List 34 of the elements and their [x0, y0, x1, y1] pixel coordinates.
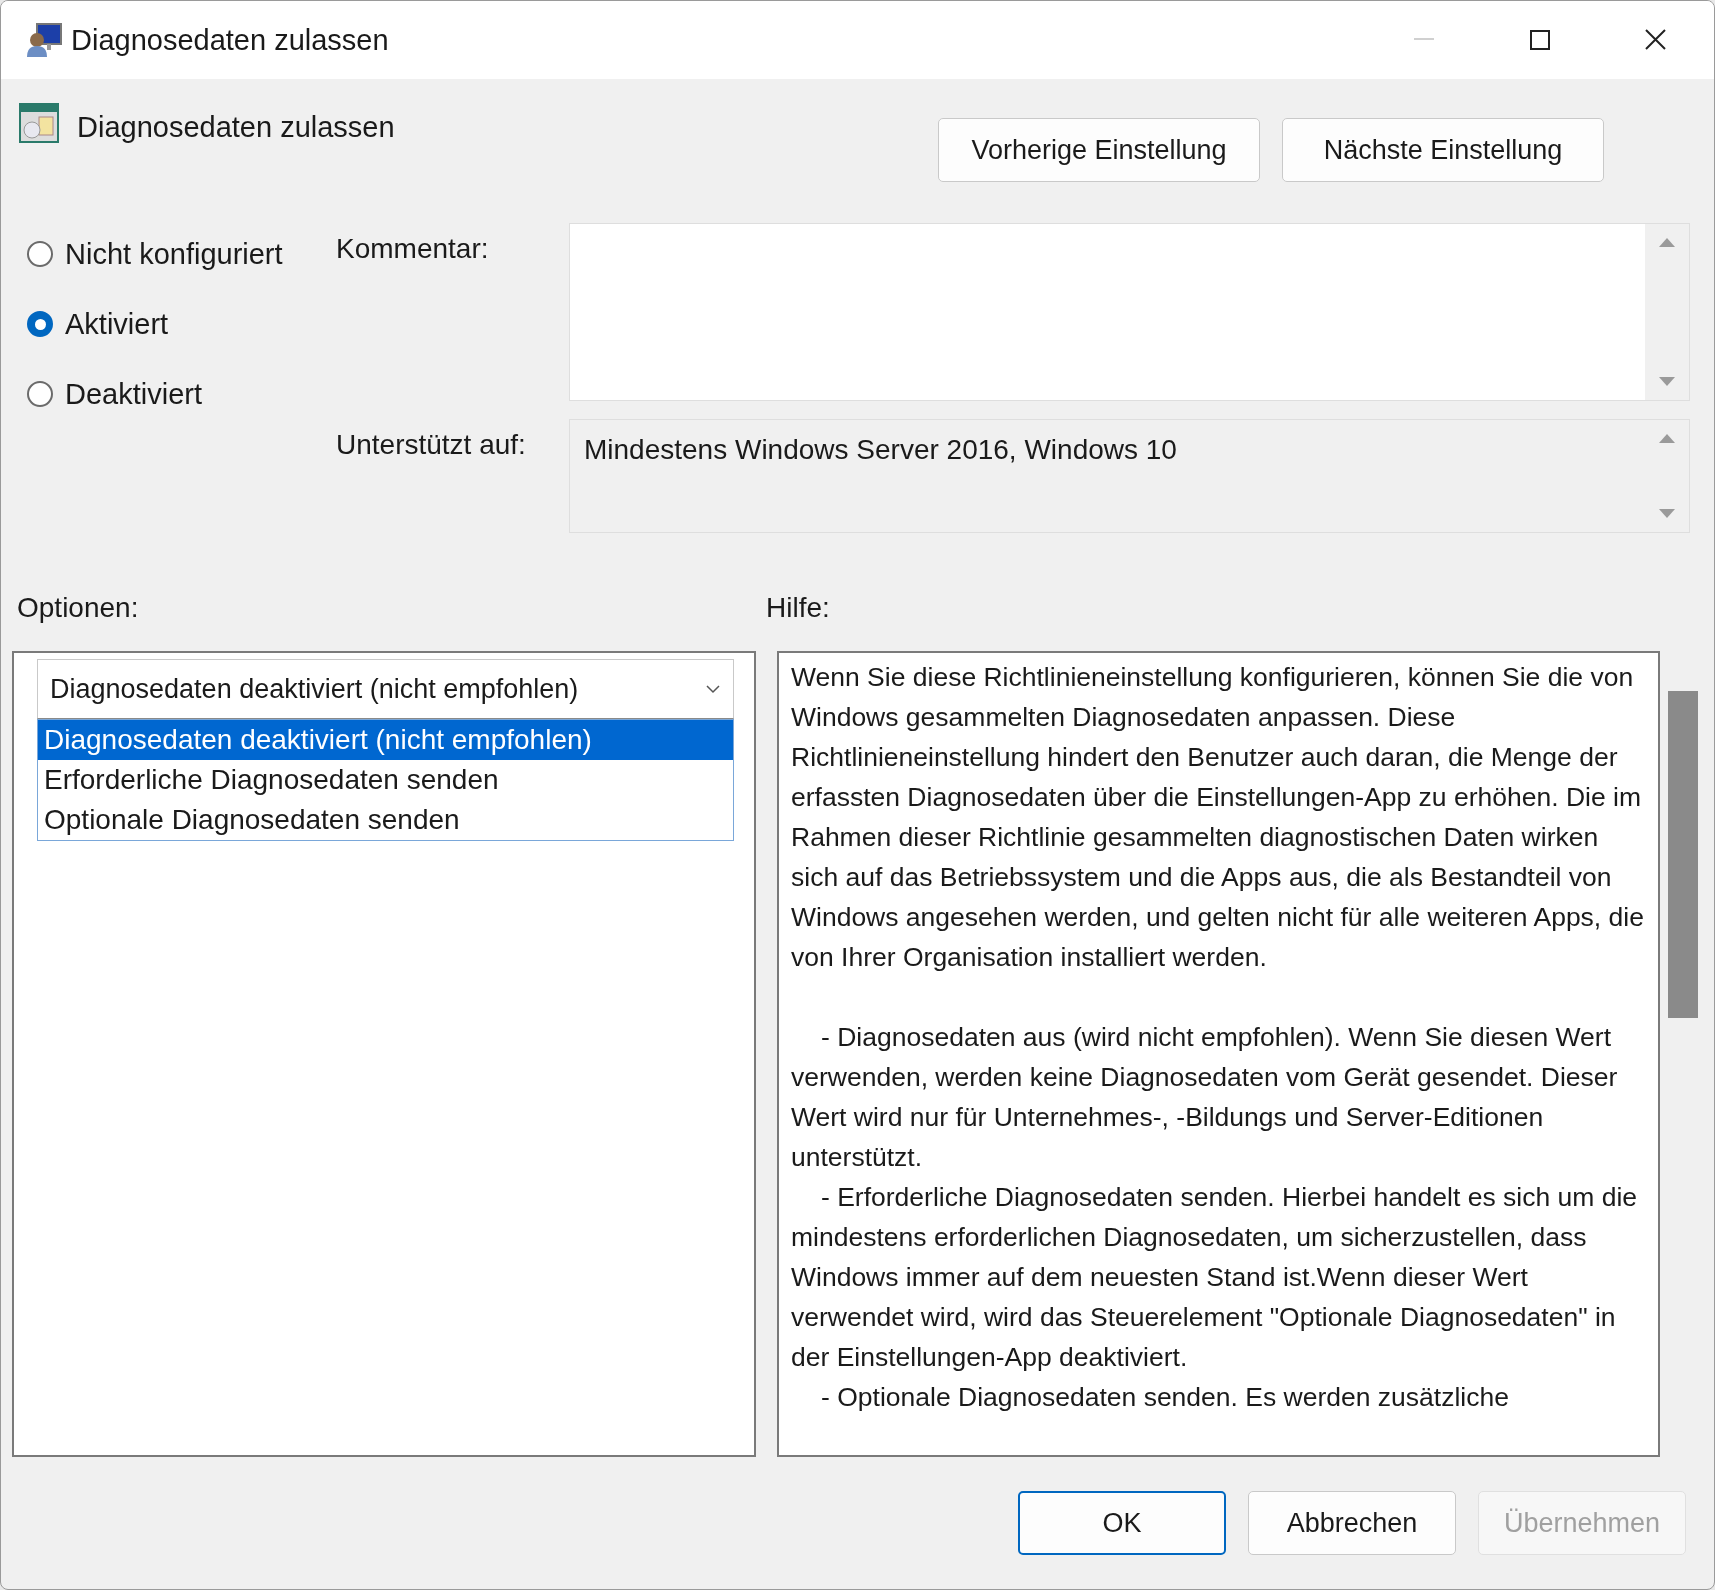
- radio-button[interactable]: [27, 311, 53, 337]
- ok-button[interactable]: OK: [1018, 1491, 1226, 1555]
- supported-text: Mindestens Windows Server 2016, Windows 10: [584, 434, 1177, 465]
- dropdown-option[interactable]: Diagnosedaten deaktiviert (nicht empfohlen): [38, 720, 733, 760]
- window-title: Diagnosedaten zulassen: [71, 23, 390, 57]
- setting-title: Diagnosedaten zulassen: [77, 111, 396, 144]
- nav-button[interactable]: Nächste Einstellung: [1282, 118, 1604, 182]
- help-paragraph: - Diagnosedaten aus (wird nicht empfohlen). Wenn Sie diesen Wert verwenden, werden keine Diagnosedaten vom Gerät gesendet. Dieser Wert wird nur für Unternehmes-, -Bildungs und Server-Editionen unterstützt.: [791, 1021, 1619, 1174]
- supported-label: Unterstützt auf:: [336, 428, 527, 462]
- scroll-up-icon[interactable]: [1658, 432, 1676, 444]
- scrollbar-thumb[interactable]: [1668, 691, 1698, 1018]
- scroll-up-icon[interactable]: [1658, 236, 1676, 248]
- options-label: Optionen:: [16, 592, 140, 624]
- help-label: Hilfe:: [766, 592, 830, 624]
- radio-label[interactable]: Aktiviert: [65, 307, 169, 341]
- help-paragraph: - Optionale Diagnosedaten senden. Es werden zusätzliche: [820, 1381, 1510, 1414]
- dropdown-option[interactable]: Erforderliche Diagnosedaten senden: [38, 760, 733, 800]
- scroll-down-icon[interactable]: [1658, 508, 1676, 520]
- chevron-down-icon: [705, 684, 721, 694]
- dialog-button[interactable]: Abbrechen: [1248, 1491, 1456, 1555]
- nav-button[interactable]: Vorherige Einstellung: [938, 118, 1260, 182]
- radio-label[interactable]: Deaktiviert: [65, 377, 202, 411]
- help-paragraph: Wenn Sie diese Richtlinieneinstellung konfigurieren, können Sie die von Windows gesammelten Diagnosedaten anpassen. Diese Richtlinieneinstellung hindert den Benutzer auch daran, die Menge der erfassten Diagnosedaten über die Einstellungen-App zu erhöhen. Die im Rahmen dieser Richtlinie gesammelten diagnostischen Daten wirken sich auf das Betriebssystem und die Apps aus, die als Bestandteil von Windows angesehen werden, und gelten nicht für alle weiteren Apps, die von Ihrer Organisation installiert werden.: [791, 661, 1645, 974]
- dropdown-option[interactable]: Optionale Diagnosedaten senden: [38, 800, 733, 840]
- radio-button[interactable]: [27, 241, 53, 267]
- scroll-down-icon[interactable]: [1658, 376, 1676, 388]
- comment-label: Kommentar:: [336, 232, 490, 266]
- comment-field[interactable]: [569, 223, 1690, 401]
- radio-label[interactable]: Nicht konfiguriert: [65, 237, 283, 271]
- policy-settings-icon: [19, 103, 59, 143]
- radio-button[interactable]: [27, 381, 53, 407]
- help-paragraph: - Erforderliche Diagnosedaten senden. Hierbei handelt es sich um die mindestens erforderlichen Diagnosedaten, um sicherzustellen, dass Windows immer auf dem neuesten Stand ist.Wenn dieser Wert verwendet wird, wird das Steuerelement "Optionale Diagnosedaten" in der Einstellungen-App deaktiviert.: [791, 1181, 1639, 1374]
- dropdown[interactable]: Diagnosedaten deaktiviert (nicht empfohlen): [37, 659, 734, 719]
- monitor-user-icon: [25, 22, 63, 58]
